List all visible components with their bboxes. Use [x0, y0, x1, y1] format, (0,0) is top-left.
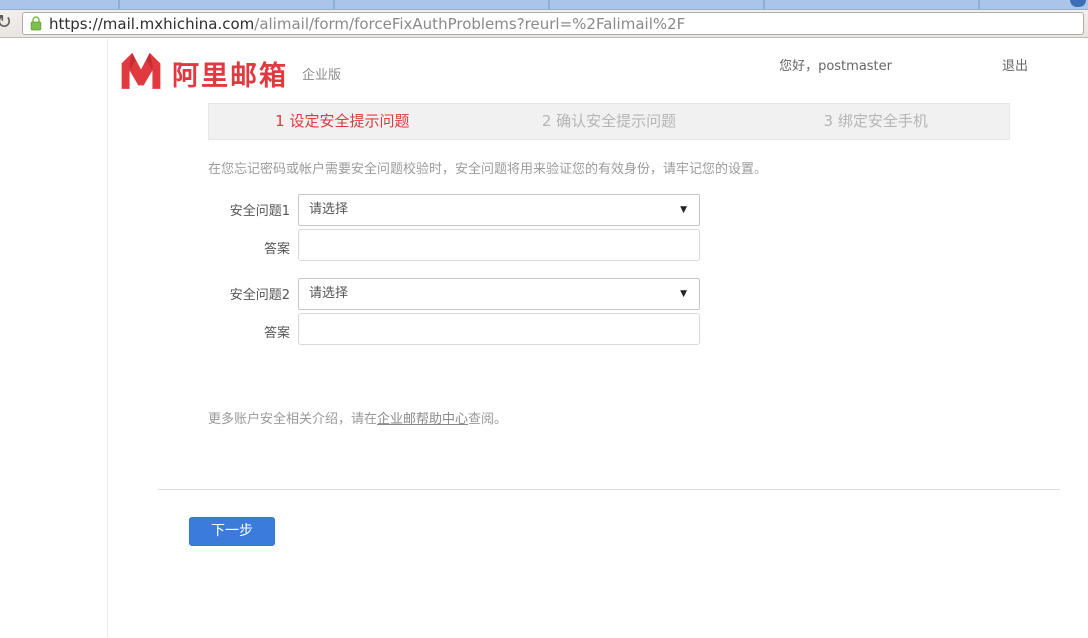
- section-divider: [158, 489, 1060, 490]
- lock-icon: [30, 16, 42, 31]
- intro-text: 在您忘记密码或帐户需要安全问题校验时，安全问题将用来验证您的有效身份，请牢记您的…: [208, 158, 767, 177]
- browser-titlebar: [0, 0, 1088, 10]
- browser-profile-button[interactable]: [1070, 0, 1086, 7]
- help-center-link[interactable]: 企业邮帮助中心: [377, 412, 468, 427]
- answer2-input[interactable]: [298, 313, 700, 345]
- chevron-down-icon: ▼: [680, 279, 687, 309]
- question1-label: 安全问题1: [108, 200, 290, 219]
- user-greeting: 您好，postmaster: [779, 55, 892, 74]
- brand-name: 阿里邮箱: [172, 54, 288, 93]
- browser-toolbar: ↻ https://mail.mxhichina.com/alimail/for…: [0, 10, 1088, 38]
- step-2-confirm-questions: 2 确认安全提示问题: [476, 104, 743, 139]
- address-bar[interactable]: https://mail.mxhichina.com/alimail/form/…: [22, 12, 1084, 35]
- question2-select[interactable]: 请选择 ▼: [298, 278, 700, 310]
- url-path-part: /alimail/form/forceFixAuthProblems?reurl…: [254, 15, 685, 33]
- url-text: https://mail.mxhichina.com/alimail/form/…: [49, 15, 685, 33]
- answer2-label: 答案: [108, 322, 290, 341]
- step-1-set-questions: 1 设定安全提示问题: [209, 104, 476, 139]
- answer1-input[interactable]: [298, 229, 700, 261]
- reload-icon[interactable]: ↻: [0, 9, 16, 35]
- page-content: 阿里邮箱 企业版 您好，postmaster 退出 1 设定安全提示问题 2 确…: [0, 38, 1088, 638]
- step-bar: 1 设定安全提示问题 2 确认安全提示问题 3 绑定安全手机: [208, 103, 1010, 140]
- screen: ↻ https://mail.mxhichina.com/alimail/for…: [0, 0, 1088, 638]
- step-3-bind-phone: 3 绑定安全手机: [742, 104, 1009, 139]
- answer1-label: 答案: [108, 238, 290, 257]
- url-secure-part: https://mail.mxhichina.com: [49, 15, 254, 33]
- help-text: 更多账户安全相关介绍，请在企业邮帮助中心查阅。: [208, 408, 507, 427]
- question1-selected-value: 请选择: [309, 195, 348, 225]
- chevron-down-icon: ▼: [680, 195, 687, 225]
- logout-link[interactable]: 退出: [1002, 55, 1028, 74]
- question2-label: 安全问题2: [108, 284, 290, 303]
- help-prefix: 更多账户安全相关介绍，请在: [208, 412, 377, 427]
- help-suffix: 查阅。: [468, 412, 507, 427]
- next-step-button[interactable]: 下一步: [189, 517, 275, 546]
- question1-select[interactable]: 请选择 ▼: [298, 194, 700, 226]
- brand-edition: 企业版: [302, 64, 341, 83]
- alimail-logo-icon: [119, 50, 163, 90]
- question2-selected-value: 请选择: [309, 279, 348, 309]
